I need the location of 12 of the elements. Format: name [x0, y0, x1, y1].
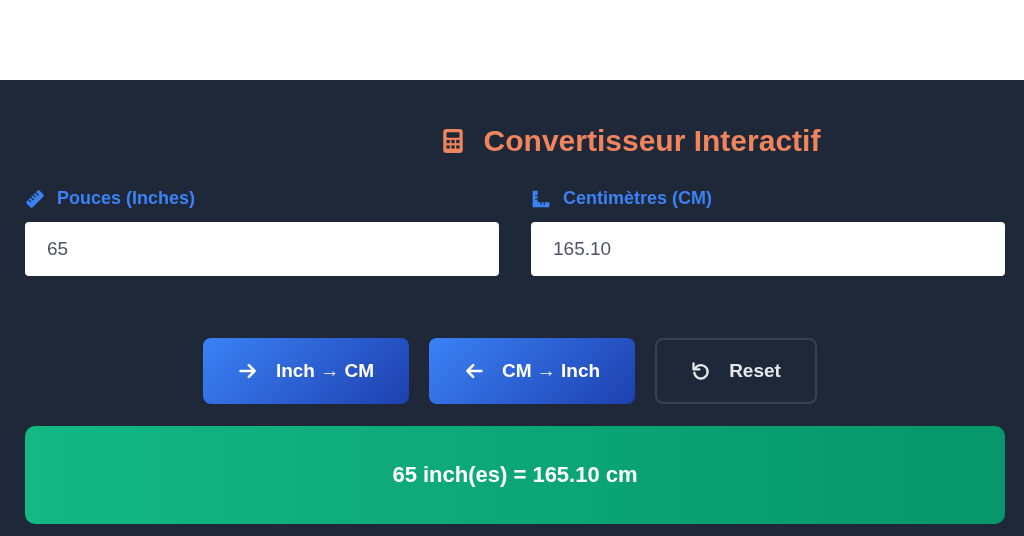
- reset-icon: [691, 361, 712, 381]
- input-field[interactable]: 65: [25, 222, 499, 276]
- convert-button[interactable]: CM → Inch: [429, 338, 635, 404]
- arrow-right-icon: [237, 361, 258, 381]
- field-label: Pouces (Inches): [57, 188, 196, 209]
- result-banner: 65 inch(es) = 165.10 cm: [25, 426, 1005, 524]
- input-field[interactable]: 165.10: [531, 222, 1005, 276]
- converter-title: Convertisseur Interactif: [483, 124, 821, 158]
- reset-button[interactable]: Reset: [655, 338, 817, 404]
- arrow-left-icon: [463, 361, 484, 381]
- convert-button[interactable]: Inch → CM: [203, 338, 409, 404]
- field-label: Centimètres (CM): [563, 188, 713, 209]
